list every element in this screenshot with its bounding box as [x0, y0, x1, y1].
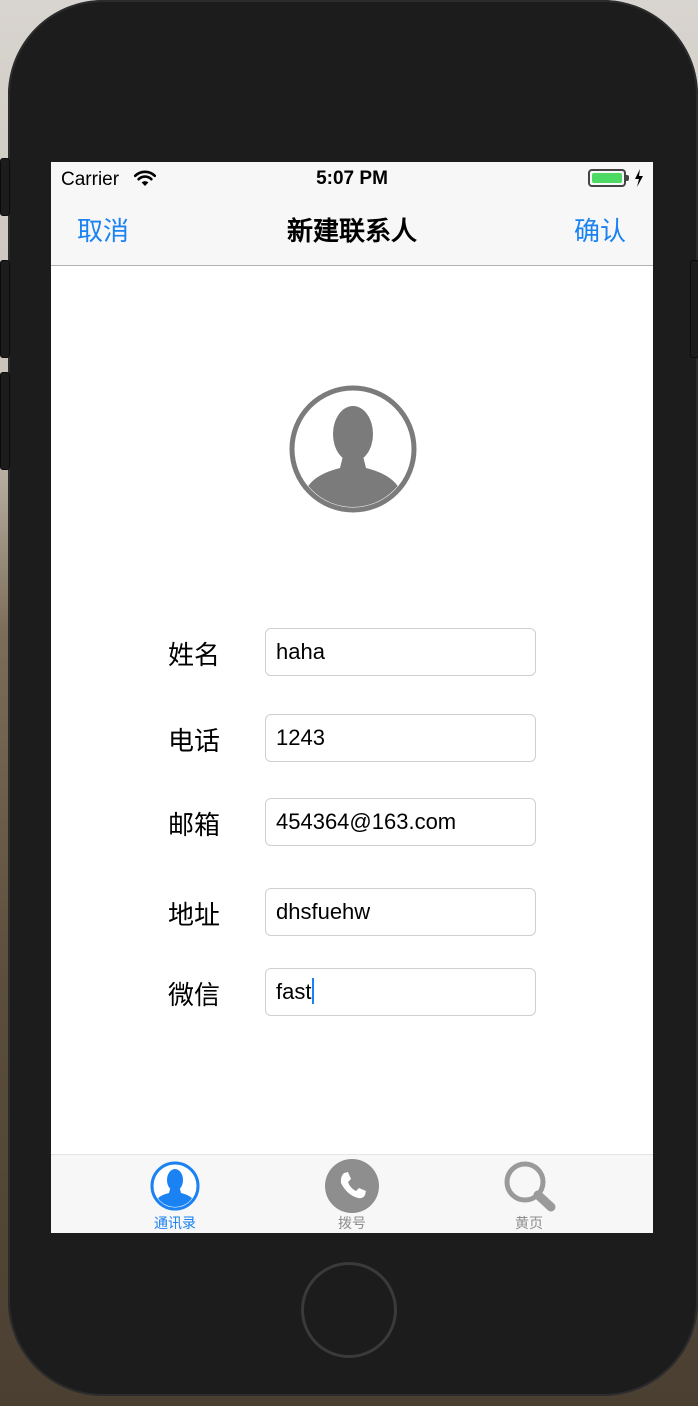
tab-dial-label: 拨号 [338, 1216, 366, 1232]
navigation-bar: 取消 新建联系人 确认 [51, 196, 653, 266]
app-screen: Carrier 5:07 PM 取消 新建联系人 确认 姓名 haha 电话 1… [51, 162, 653, 1233]
wechat-field-value: fast [276, 979, 312, 1004]
tab-bar: 通讯录 拨号 黄页 [51, 1154, 653, 1233]
email-label: 邮箱 [168, 811, 221, 841]
name-field[interactable]: haha [265, 628, 536, 676]
battery-tip [626, 175, 629, 181]
address-field-value: dhsfuehw [276, 899, 371, 924]
tab-contacts-label: 通讯录 [154, 1216, 196, 1232]
volume-down-button [0, 372, 10, 470]
email-field[interactable]: 454364@163.com [265, 798, 536, 846]
tab-contacts[interactable]: 通讯录 [115, 1155, 235, 1233]
contacts-icon [148, 1159, 202, 1213]
wechat-field[interactable]: fast [265, 968, 536, 1016]
phone-field-value: 1243 [276, 725, 325, 750]
phone-field[interactable]: 1243 [265, 714, 536, 762]
home-button[interactable] [301, 1262, 397, 1358]
tab-dial[interactable]: 拨号 [292, 1155, 412, 1233]
battery-icon [588, 169, 626, 187]
address-field[interactable]: dhsfuehw [265, 888, 536, 936]
power-button [690, 260, 698, 358]
tab-yellow-pages[interactable]: 黄页 [469, 1155, 589, 1233]
page-title: 新建联系人 [286, 217, 417, 247]
name-label: 姓名 [168, 641, 221, 671]
phone-icon [325, 1159, 379, 1213]
confirm-button[interactable]: 确认 [574, 211, 626, 248]
email-field-value: 454364@163.com [276, 809, 457, 834]
tab-yellow-pages-label: 黄页 [515, 1216, 543, 1232]
clock: 5:07 PM [316, 168, 388, 189]
avatar-placeholder-icon[interactable] [288, 384, 418, 514]
charging-bolt-icon [634, 168, 644, 193]
battery-level-fill [592, 173, 622, 183]
phone-label: 电话 [168, 727, 221, 757]
volume-up-button [0, 260, 10, 358]
text-cursor [312, 978, 315, 1004]
magnifier-icon [502, 1159, 556, 1213]
status-bar: Carrier 5:07 PM [51, 162, 653, 196]
name-field-value: haha [276, 639, 325, 664]
address-label: 地址 [168, 901, 221, 931]
wechat-label: 微信 [168, 981, 221, 1011]
mute-switch [0, 158, 10, 216]
